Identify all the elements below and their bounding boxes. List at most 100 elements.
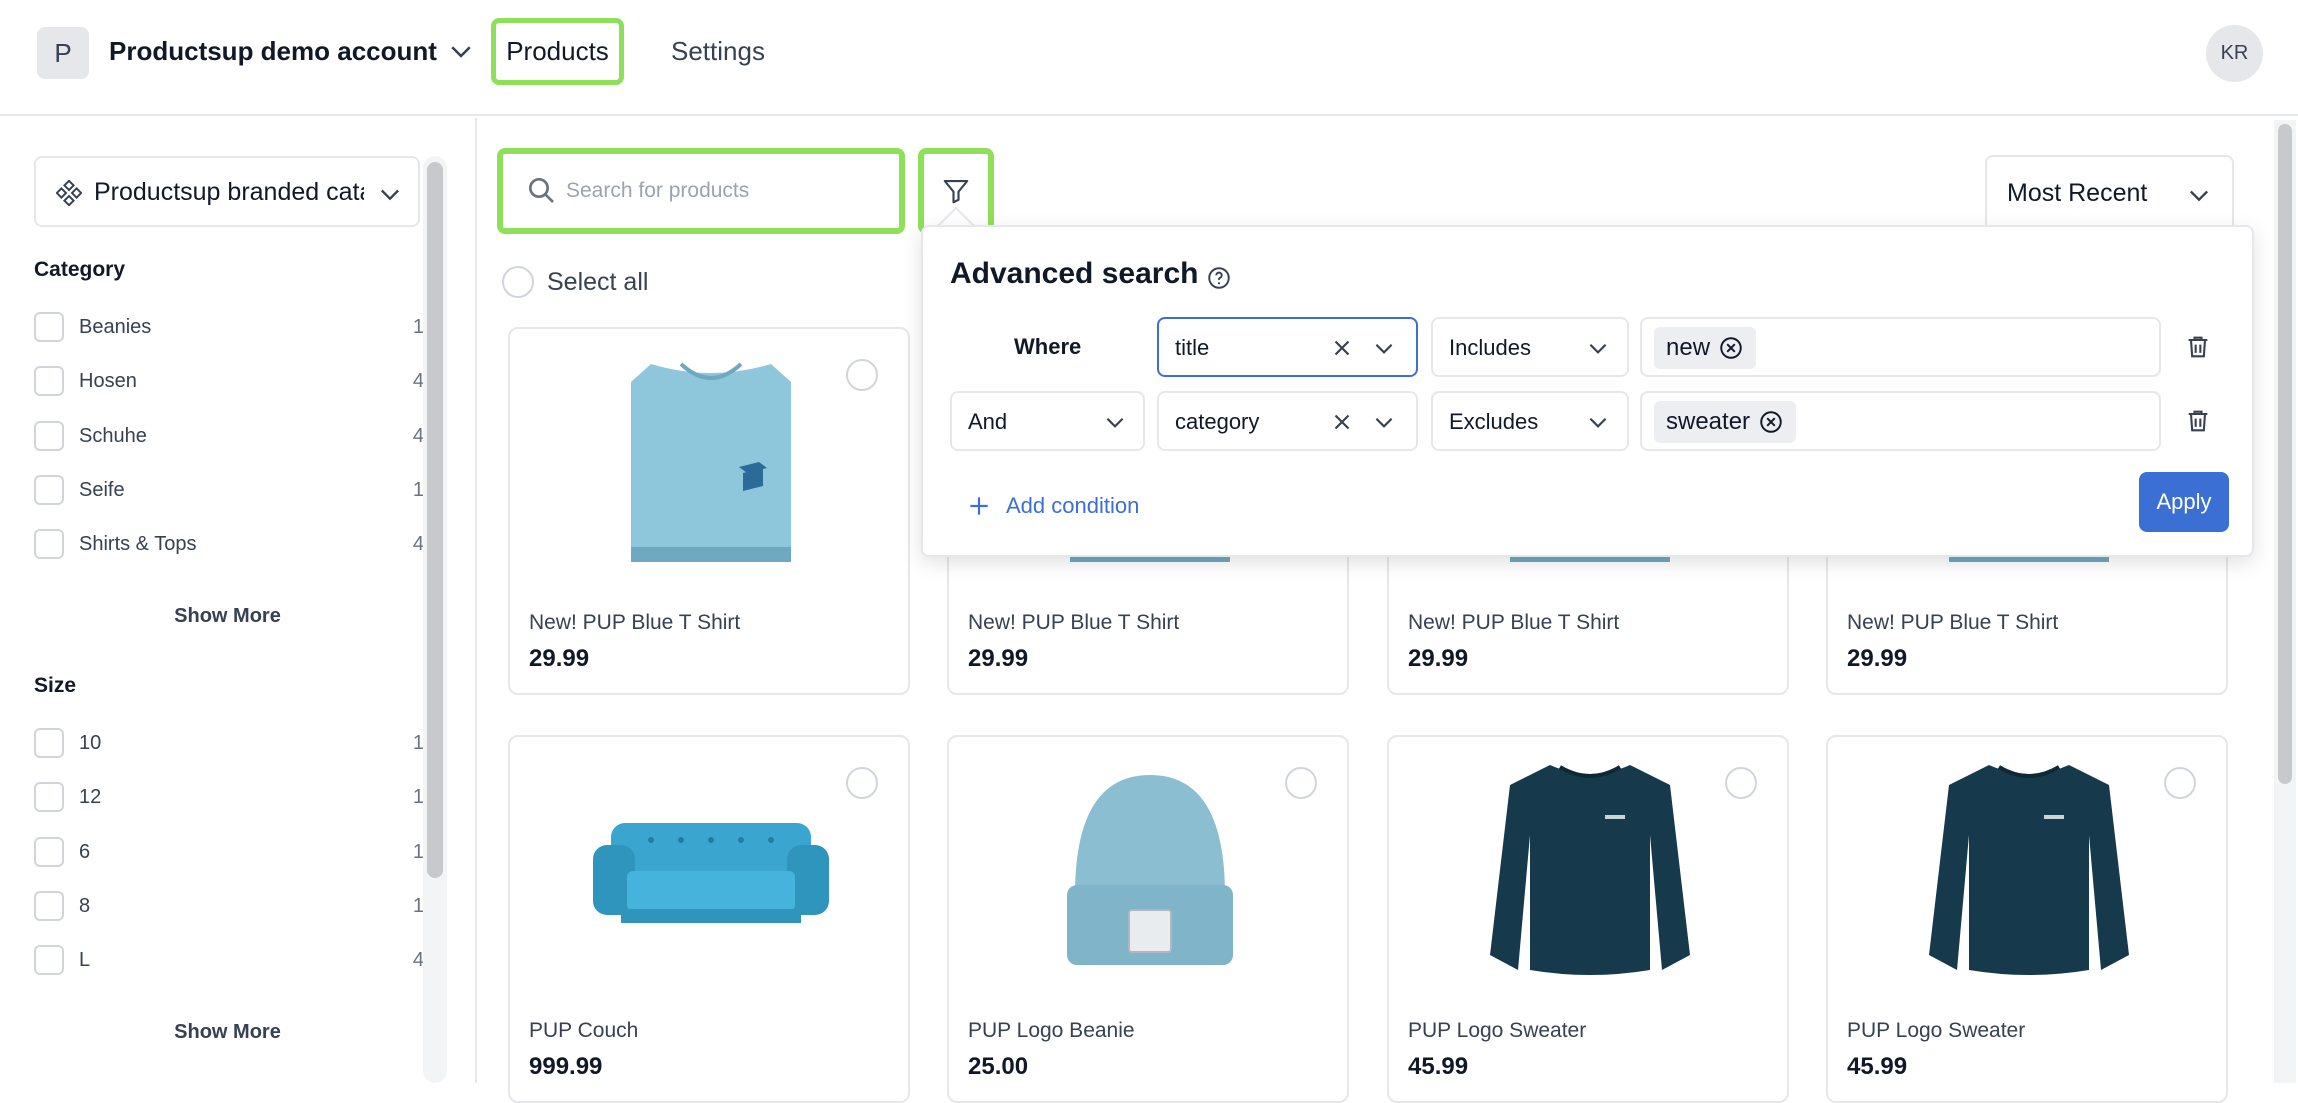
product-card[interactable]: PUP Logo Sweater 45.99	[1826, 735, 2228, 1103]
filter-icon	[943, 179, 969, 204]
product-card[interactable]: PUP Couch 999.99	[508, 735, 910, 1103]
product-card[interactable]: New! PUP Blue T Shirt 29.99	[508, 327, 910, 695]
field-select[interactable]: category	[1157, 391, 1418, 451]
product-price: 29.99	[529, 645, 590, 672]
checkbox[interactable]	[34, 782, 64, 812]
product-name: PUP Logo Beanie	[968, 1019, 1135, 1042]
tshirt-image	[570, 347, 852, 577]
size-title: Size	[34, 674, 77, 697]
clear-icon[interactable]	[1329, 335, 1355, 361]
product-card[interactable]: PUP Logo Beanie 25.00	[947, 735, 1349, 1103]
account-chevron-down-icon[interactable]	[446, 36, 476, 66]
chevron-down-icon	[2190, 190, 2208, 202]
product-price: 29.99	[1847, 645, 1908, 672]
filter-sidebar: Productsup branded catalog Category Bean…	[0, 118, 477, 1083]
user-avatar[interactable]: KR	[2206, 25, 2263, 82]
checkbox[interactable]	[34, 421, 64, 451]
catalog-select[interactable]: Productsup branded catalog	[34, 156, 420, 227]
field-select[interactable]: title	[1157, 317, 1418, 377]
search-input[interactable]	[566, 171, 886, 211]
couch-image	[570, 755, 852, 985]
plus-icon	[970, 497, 988, 515]
delete-condition-icon[interactable]	[2184, 407, 2212, 435]
select-radio[interactable]	[1285, 767, 1317, 799]
product-name: New! PUP Blue T Shirt	[529, 611, 741, 634]
add-condition-label: Add condition	[1006, 493, 1140, 518]
checkbox[interactable]	[34, 891, 64, 921]
chevron-down-icon[interactable]	[1585, 409, 1611, 435]
filter-label: Seife	[79, 479, 125, 501]
field-value: category	[1175, 409, 1260, 434]
size-filter-item[interactable]: 81	[34, 889, 424, 925]
top-bar: P Productsup demo account Products Setti…	[0, 0, 2298, 116]
product-name: PUP Logo Sweater	[1408, 1019, 1587, 1042]
checkbox[interactable]	[34, 475, 64, 505]
filter-label: L	[79, 949, 91, 971]
help-icon[interactable]	[1206, 265, 1232, 291]
value-input[interactable]: new	[1640, 317, 2161, 377]
operator-select[interactable]: Includes	[1431, 317, 1629, 377]
category-filter-item[interactable]: Schuhe 4	[34, 419, 424, 455]
delete-condition-icon[interactable]	[2184, 333, 2212, 361]
nav-settings[interactable]: Settings	[671, 36, 765, 67]
checkbox[interactable]	[34, 366, 64, 396]
main-scrollbar-thumb[interactable]	[2278, 124, 2292, 784]
size-filter-item[interactable]: 12 1	[34, 780, 424, 816]
checkbox[interactable]	[34, 837, 64, 867]
field-value: title	[1175, 335, 1210, 360]
product-price: 25.00	[968, 1053, 1029, 1080]
operator-value: Includes	[1449, 335, 1531, 360]
product-name: New! PUP Blue T Shirt	[1847, 611, 2059, 634]
chevron-down-icon[interactable]	[1585, 335, 1611, 361]
chevron-down-icon[interactable]	[1371, 409, 1397, 435]
value-chip: sweater	[1654, 401, 1797, 443]
sidebar-scrollbar-thumb[interactable]	[427, 162, 443, 878]
product-price: 999.99	[529, 1053, 603, 1080]
operator-select[interactable]: Excludes	[1431, 391, 1629, 451]
checkbox[interactable]	[34, 945, 64, 975]
category-filter-item[interactable]: Hosen 4	[34, 364, 424, 400]
remove-chip-icon[interactable]	[1718, 335, 1744, 361]
apply-button[interactable]: Apply	[2139, 472, 2229, 532]
product-card[interactable]: PUP Logo Sweater 45.99	[1387, 735, 1789, 1103]
operator-value: Excludes	[1449, 409, 1539, 434]
category-title: Category	[34, 258, 126, 281]
catalog-label: Productsup branded catalog	[94, 178, 364, 206]
select-radio[interactable]	[846, 767, 878, 799]
chevron-down-icon[interactable]	[1102, 409, 1128, 435]
select-radio[interactable]	[2164, 767, 2196, 799]
product-price: 29.99	[1408, 645, 1469, 672]
chip-label: new	[1666, 334, 1711, 361]
select-all-label[interactable]: Select all	[547, 268, 648, 297]
account-name[interactable]: Productsup demo account	[109, 36, 437, 67]
checkbox[interactable]	[34, 728, 64, 758]
remove-chip-icon[interactable]	[1758, 409, 1784, 435]
value-input[interactable]: sweater	[1640, 391, 2161, 451]
size-filter-item[interactable]: 61	[34, 835, 424, 871]
clear-icon[interactable]	[1329, 409, 1355, 435]
search-box[interactable]	[497, 148, 905, 234]
product-price: 45.99	[1847, 1053, 1908, 1080]
checkbox[interactable]	[34, 529, 64, 559]
size-filter-item[interactable]: 10 1	[34, 726, 424, 762]
connector-select[interactable]: And	[950, 391, 1145, 451]
chevron-down-icon[interactable]	[1371, 335, 1397, 361]
select-all-radio[interactable]	[502, 266, 534, 298]
category-filter-item[interactable]: Beanies 1	[34, 310, 424, 346]
size-filter-item[interactable]: L4	[34, 943, 424, 979]
product-name: New! PUP Blue T Shirt	[968, 611, 1180, 634]
category-filter-item[interactable]: Seife 1	[34, 473, 424, 509]
nav-products[interactable]: Products	[491, 18, 624, 85]
search-icon	[529, 178, 554, 203]
size-show-more-button[interactable]: Show More	[120, 1021, 335, 1044]
account-avatar[interactable]: P	[37, 27, 89, 79]
select-radio[interactable]	[846, 359, 878, 391]
select-radio[interactable]	[1725, 767, 1757, 799]
category-show-more-button[interactable]: Show More	[120, 605, 335, 628]
product-price: 29.99	[968, 645, 1029, 672]
sort-select[interactable]: Most Recent	[1985, 155, 2234, 231]
category-filter-item[interactable]: Shirts & Tops 4	[34, 527, 424, 563]
checkbox[interactable]	[34, 312, 64, 342]
filter-label: Shirts & Tops	[79, 533, 197, 555]
product-name: PUP Logo Sweater	[1847, 1019, 2026, 1042]
